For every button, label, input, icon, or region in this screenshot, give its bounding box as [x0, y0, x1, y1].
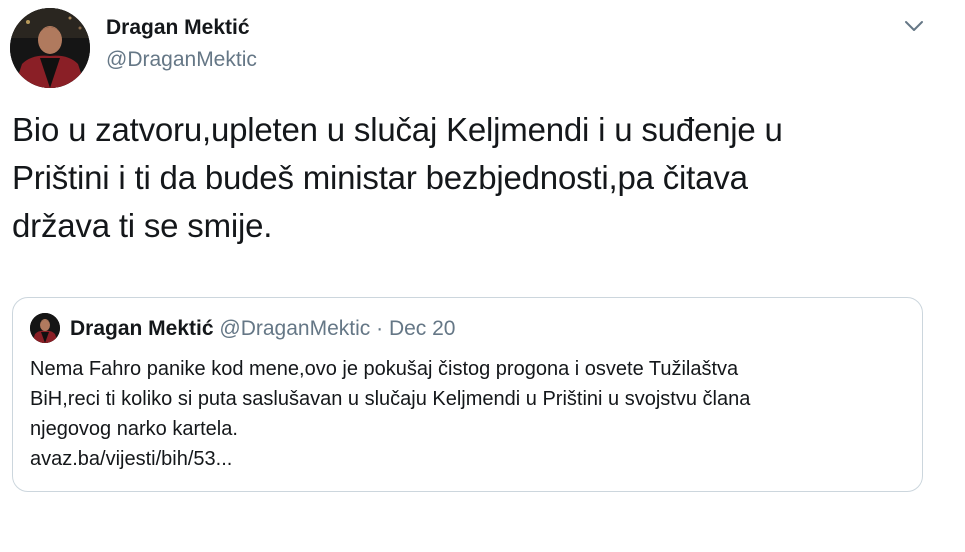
- quoted-author-handle[interactable]: @DraganMektic: [219, 317, 370, 340]
- quoted-separator: ·: [376, 317, 384, 340]
- quoted-avatar-photo: [30, 313, 60, 343]
- tweet-menu-button[interactable]: [900, 14, 928, 38]
- quoted-tweet-text: Nema Fahro panike kod mene,ovo je pokuša…: [30, 354, 910, 474]
- quoted-link[interactable]: avaz.ba/vijesti/bih/53...: [30, 444, 910, 474]
- tweet-text: Bio u zatvoru,upleten u slučaj Keljmendi…: [12, 106, 942, 250]
- author-handle[interactable]: @DraganMektic: [106, 48, 257, 72]
- quoted-tweet-date[interactable]: Dec 20: [389, 317, 456, 340]
- quoted-tweet[interactable]: Dragan Mektić @DraganMektic · Dec 20 Nem…: [12, 297, 923, 492]
- chevron-down-icon: [905, 21, 923, 31]
- author-name[interactable]: Dragan Mektić: [106, 16, 250, 40]
- author-avatar[interactable]: [10, 8, 90, 88]
- quoted-author-name[interactable]: Dragan Mektić: [70, 317, 214, 340]
- quoted-text-line: njegovog narko kartela.: [30, 418, 238, 440]
- quoted-text-line: BiH,reci ti koliko si puta saslušavan u …: [30, 388, 751, 410]
- quoted-author-avatar[interactable]: [30, 313, 60, 343]
- tweet-text-line: država ti se smije.: [12, 207, 273, 244]
- tweet-text-line: Prištini i ti da budeš ministar bezbjedn…: [12, 159, 748, 196]
- tweet-text-line: Bio u zatvoru,upleten u slučaj Keljmendi…: [12, 111, 783, 148]
- tweet-card: Dragan Mektić @DraganMektic Bio u zatvor…: [0, 0, 965, 552]
- quoted-text-line: Nema Fahro panike kod mene,ovo je pokuša…: [30, 358, 739, 380]
- avatar-photo: [10, 8, 90, 88]
- quoted-tweet-header: Dragan Mektić @DraganMektic · Dec 20: [70, 317, 456, 341]
